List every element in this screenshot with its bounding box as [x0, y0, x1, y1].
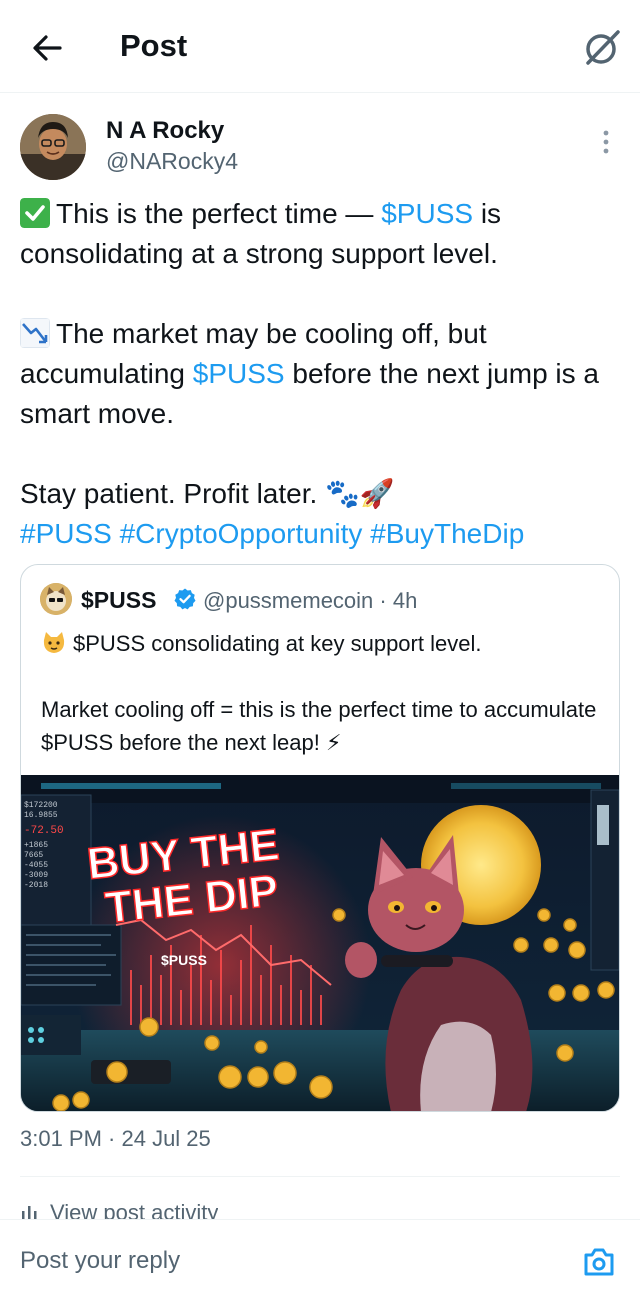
grok-button[interactable]: [578, 24, 626, 72]
quoted-post-text: $PUSS consolidating at key support level…: [41, 627, 611, 759]
post-text: This is the perfect time — $PUSS is cons…: [20, 194, 624, 554]
verified-badge-icon: [174, 588, 196, 610]
quoted-handle-time: @pussmemecoin · 4h: [203, 588, 418, 613]
divider: [20, 1176, 620, 1177]
more-options-button[interactable]: [596, 128, 616, 156]
post-paragraph-2: The market may be cooling off, but accum…: [20, 314, 624, 434]
check-mark-emoji-icon: [20, 198, 50, 228]
image-ticker: -72.50: [24, 825, 64, 837]
image-ticker: -4055: [24, 861, 48, 870]
post-text-segment: Stay patient. Profit later. 🐾🚀: [20, 478, 395, 509]
author-handle[interactable]: @NARocky4: [106, 148, 238, 175]
camera-button[interactable]: [582, 1245, 616, 1279]
view-post-activity-link[interactable]: View post activity: [20, 1200, 218, 1220]
bar-chart-icon: [22, 1206, 37, 1220]
quoted-author-name: $PUSS: [81, 587, 157, 613]
reply-input[interactable]: [20, 1244, 520, 1278]
post-text-segment: This is the perfect time —: [56, 198, 382, 229]
image-ticker: 16.9855: [24, 811, 58, 820]
author-avatar[interactable]: [20, 114, 86, 180]
cashtag-link[interactable]: $PUSS: [381, 198, 473, 229]
post-paragraph-3: Stay patient. Profit later. 🐾🚀 #PUSS #Cr…: [20, 474, 624, 554]
back-button[interactable]: [26, 26, 70, 70]
chart-decreasing-emoji-icon: [20, 318, 50, 348]
cat-face-emoji-icon: [43, 632, 65, 653]
quoted-line-2: Market cooling off = this is the perfect…: [41, 697, 597, 755]
image-ticker: -2018: [24, 881, 48, 890]
image-ticker: 7665: [24, 851, 43, 860]
view-post-activity-label: View post activity: [50, 1200, 219, 1220]
quoted-line-1: $PUSS consolidating at key support level…: [41, 627, 611, 660]
grok-icon: [586, 30, 620, 65]
quoted-text-segment: $PUSS consolidating at key support level…: [73, 631, 482, 656]
page-title: Post: [120, 28, 188, 63]
camera-icon: [584, 1248, 614, 1276]
author-name[interactable]: N A Rocky: [106, 117, 224, 145]
quoted-post-card[interactable]: $PUSS @pussmemecoin · 4h $PUSS consolida…: [20, 564, 620, 1112]
arrow-left-icon: [33, 35, 62, 61]
quoted-post-image[interactable]: $172200 16.9855 -72.50 +1865 7665 -4055 …: [21, 775, 619, 1111]
image-badge: $PUSS: [161, 952, 207, 968]
hashtag-link[interactable]: #BuyTheDip: [370, 518, 524, 549]
quoted-author-avatar[interactable]: [40, 583, 72, 615]
hashtag-link[interactable]: #CryptoOpportunity: [120, 518, 363, 549]
image-ticker: +1865: [24, 841, 48, 850]
more-vertical-icon: [603, 130, 609, 154]
post-timestamp: 3:01 PM · 24 Jul 25: [20, 1126, 211, 1151]
image-ticker: -3009: [24, 871, 48, 880]
top-app-bar: Post: [0, 0, 640, 93]
image-ticker: $172200: [24, 801, 58, 810]
reply-bar: [0, 1219, 640, 1303]
post-paragraph-1: This is the perfect time — $PUSS is cons…: [20, 194, 624, 274]
hashtag-link[interactable]: #PUSS: [20, 518, 112, 549]
cashtag-link[interactable]: $PUSS: [193, 358, 285, 389]
